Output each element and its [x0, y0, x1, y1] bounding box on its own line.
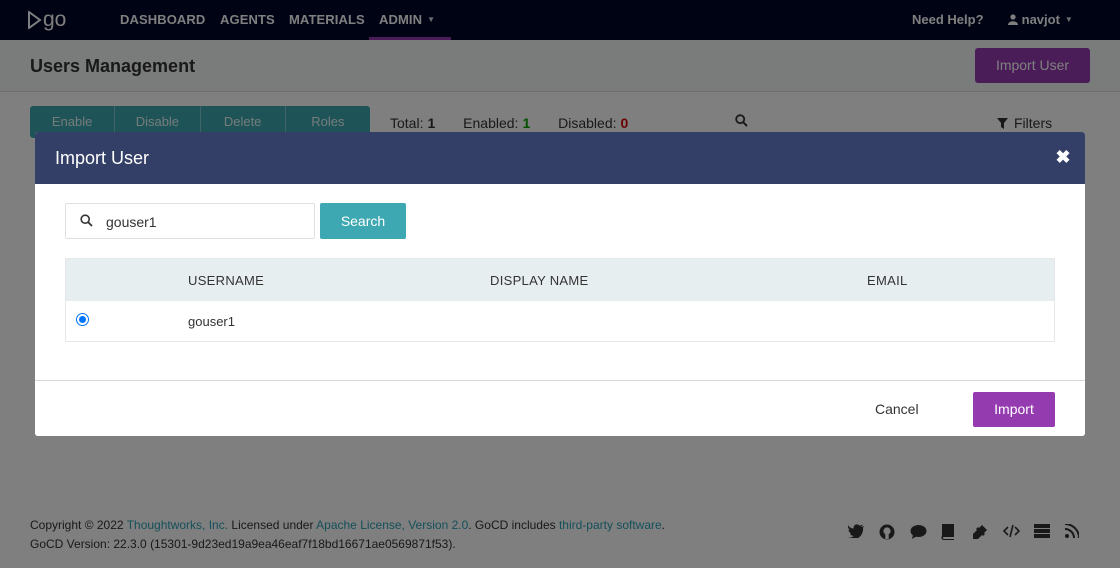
modal-header: Import User ✖: [35, 132, 1085, 184]
table-row[interactable]: gouser1: [66, 301, 1054, 341]
table-header: USERNAME DISPLAY NAME EMAIL: [66, 259, 1054, 301]
cell-username: gouser1: [188, 314, 235, 329]
cancel-button[interactable]: Cancel: [875, 401, 919, 417]
close-icon[interactable]: ✖: [1055, 148, 1071, 166]
search-input[interactable]: [106, 212, 306, 232]
column-email: EMAIL: [867, 273, 908, 288]
import-button[interactable]: Import: [973, 392, 1055, 427]
select-user-radio[interactable]: [76, 313, 89, 326]
search-icon: [80, 214, 93, 232]
modal-title: Import User: [55, 148, 150, 168]
import-user-modal: Import User ✖ Search USERNAME DISPLAY NA…: [35, 132, 1085, 436]
search-field: [65, 203, 315, 239]
column-username: USERNAME: [188, 273, 265, 288]
users-table: USERNAME DISPLAY NAME EMAIL gouser1: [65, 258, 1055, 342]
modal-footer: Cancel Import: [35, 380, 1085, 436]
search-button[interactable]: Search: [320, 203, 406, 239]
column-display-name: DISPLAY NAME: [490, 273, 589, 288]
